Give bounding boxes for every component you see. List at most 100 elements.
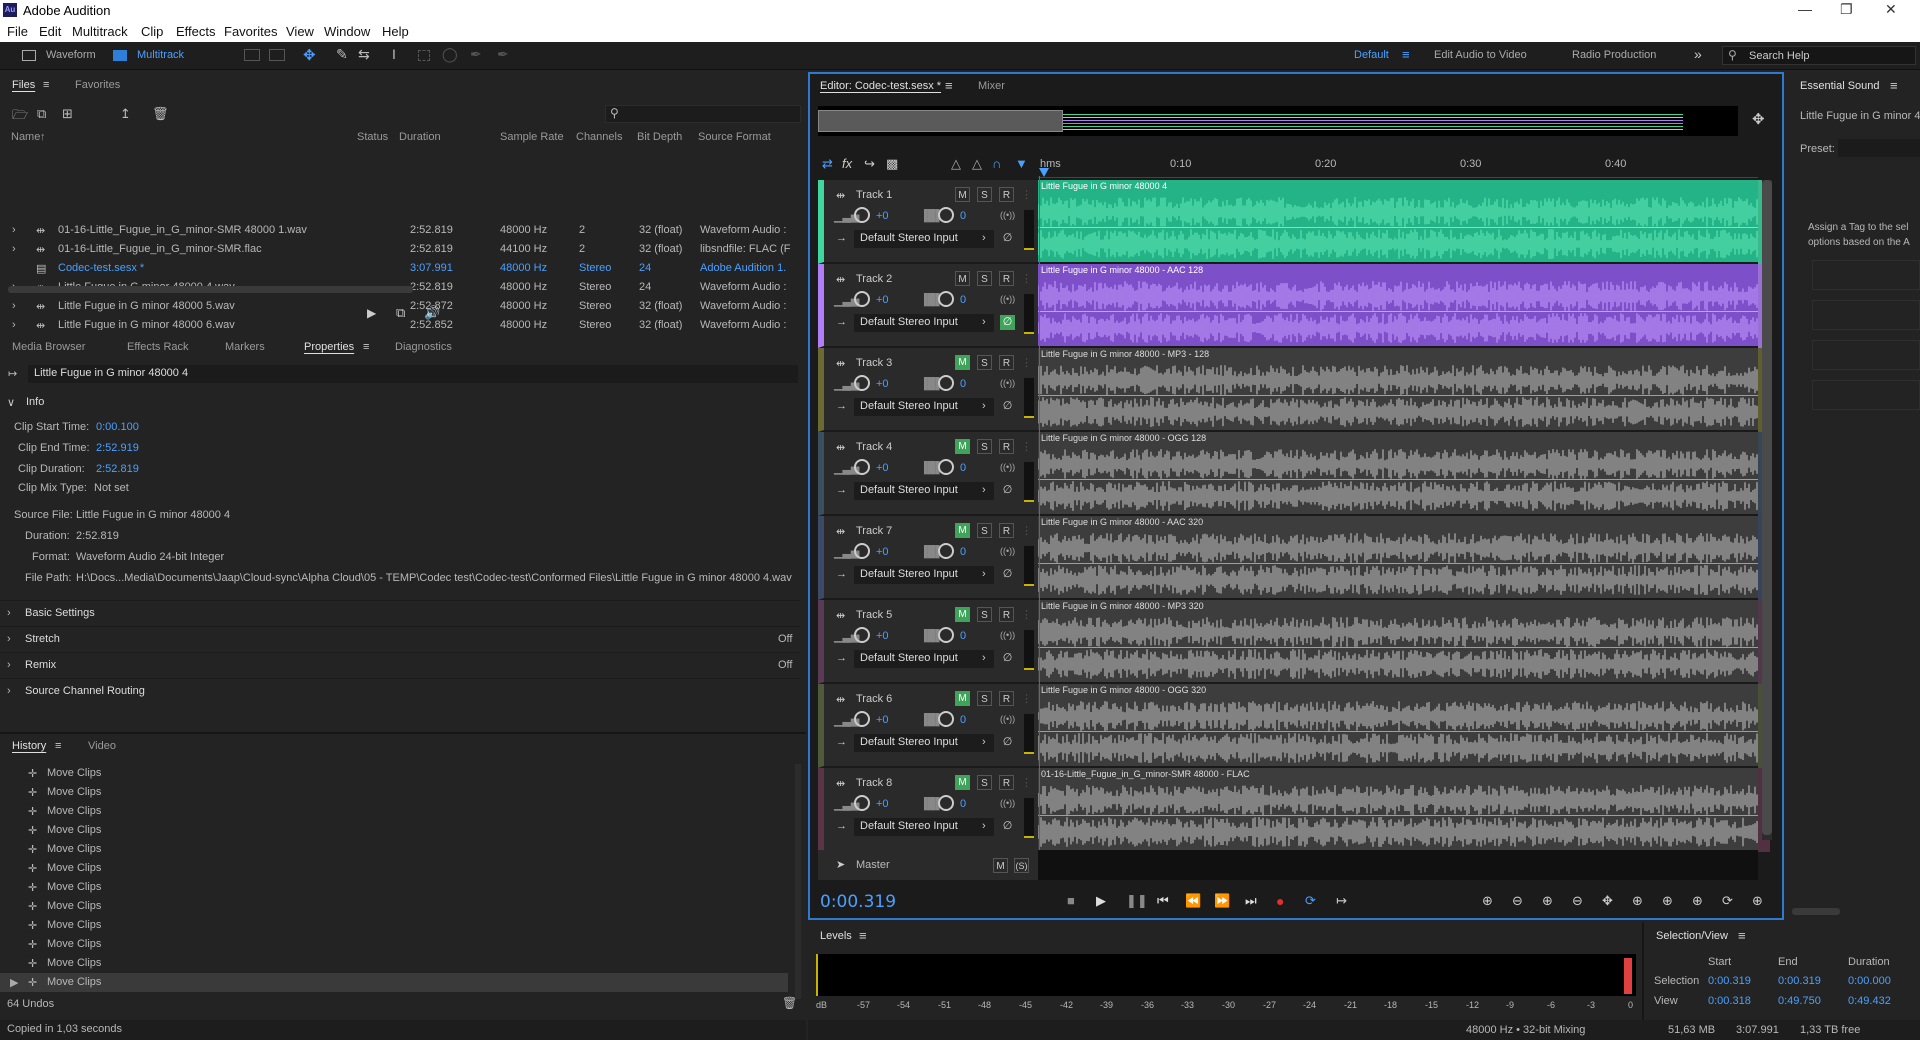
essential-menu-icon[interactable]: ≡ bbox=[1890, 78, 1898, 93]
track-input-dropdown[interactable]: Default Stereo Input › bbox=[854, 482, 994, 500]
menu-edit[interactable]: Edit bbox=[39, 24, 61, 39]
master-solo-button[interactable]: (S) bbox=[1014, 858, 1029, 873]
pan-knob-icon[interactable] bbox=[938, 459, 954, 475]
fast-forward-icon[interactable]: ⏩ bbox=[1214, 893, 1230, 909]
history-item[interactable]: ✛ Move Clips bbox=[0, 954, 788, 973]
history-menu-icon[interactable]: ≡ bbox=[55, 740, 61, 752]
tab-media-browser[interactable]: Media Browser bbox=[12, 341, 85, 353]
track-pan-value[interactable]: 0 bbox=[960, 798, 966, 810]
clip[interactable]: Little Fugue in G minor 48000 - OGG 128 bbox=[1038, 432, 1758, 516]
track-input-dropdown[interactable]: Default Stereo Input › bbox=[854, 650, 994, 668]
monitor-input-icon[interactable]: ((•)) bbox=[1000, 210, 1015, 220]
multitrack-button[interactable]: Multitrack bbox=[137, 49, 184, 61]
track-pan-value[interactable]: 0 bbox=[960, 462, 966, 474]
properties-menu-icon[interactable]: ≡ bbox=[363, 341, 369, 353]
phase-invert-icon[interactable]: ∅ bbox=[1000, 735, 1015, 750]
track-record-arm-button[interactable]: R bbox=[999, 691, 1014, 706]
metronome-icon[interactable]: △ bbox=[951, 156, 961, 172]
track-header[interactable]: ⇹ Track 5 M S R ⋮ ▁▃▅ +0 ▐█▌ 0 ((•)) → Default Stere… bbox=[818, 600, 1038, 684]
section-source-channel-routing[interactable]: › Source Channel Routing bbox=[0, 678, 800, 704]
pan-knob-icon[interactable] bbox=[938, 291, 954, 307]
track-solo-button[interactable]: S bbox=[977, 187, 992, 202]
track-volume-value[interactable]: +0 bbox=[876, 798, 889, 810]
zoom-selection-icon[interactable]: ⊕ bbox=[1692, 893, 1703, 909]
track-header[interactable]: ⇹ Track 4 M S R ⋮ ▁▃▅ +0 ▐█▌ 0 ((•)) → Default Stere… bbox=[818, 432, 1038, 516]
tab-files[interactable]: Files bbox=[12, 79, 35, 91]
menu-file[interactable]: File bbox=[7, 24, 28, 39]
track-mute-button[interactable]: M bbox=[955, 607, 970, 622]
history-item[interactable]: ✛ Move Clips bbox=[0, 764, 788, 783]
volume-knob-icon[interactable] bbox=[854, 375, 870, 391]
vertical-scrollbar[interactable] bbox=[1762, 180, 1772, 840]
menu-view[interactable]: View bbox=[286, 24, 314, 39]
menu-multitrack[interactable]: Multitrack bbox=[72, 24, 128, 39]
track-solo-button[interactable]: S bbox=[977, 523, 992, 538]
col-duration[interactable]: Duration bbox=[399, 131, 441, 143]
auto-play-icon[interactable]: 🔊 bbox=[424, 305, 440, 321]
more-workspaces-icon[interactable]: » bbox=[1694, 46, 1702, 62]
track-header[interactable]: ⇹ Track 2 M S R ⋮ ▁▃▅ +0 ▐█▌ 0 ((•)) → Default Stere… bbox=[818, 264, 1038, 348]
rewind-icon[interactable]: ⏪ bbox=[1185, 893, 1201, 909]
file-row[interactable]: ▤ Codec-test.sesx * 3:07.991 48000 Hz Stereo… bbox=[0, 259, 806, 278]
track-record-arm-button[interactable]: R bbox=[999, 271, 1014, 286]
record-icon[interactable]: ● bbox=[1276, 893, 1284, 909]
sync-icon[interactable]: ⇄ bbox=[822, 156, 833, 172]
info-chevron-icon[interactable]: ∨ bbox=[7, 396, 15, 409]
zoom-in-at-start-icon[interactable]: ⊕ bbox=[1632, 893, 1643, 909]
spectral-pitch-icon[interactable] bbox=[269, 49, 285, 61]
clip-start-value[interactable]: 0:00.100 bbox=[96, 421, 139, 433]
master-mute-button[interactable]: M bbox=[993, 858, 1008, 873]
view-start[interactable]: 0:00.318 bbox=[1708, 995, 1751, 1007]
view-end[interactable]: 0:49.750 bbox=[1778, 995, 1821, 1007]
volume-knob-icon[interactable] bbox=[854, 711, 870, 727]
track-mute-button[interactable]: M bbox=[955, 775, 970, 790]
time-selection-tool-icon[interactable]: I bbox=[392, 46, 396, 62]
trash-icon[interactable]: 🗑 bbox=[152, 106, 169, 122]
menu-clip[interactable]: Clip bbox=[141, 24, 163, 39]
track-header[interactable]: ⇹ Track 3 M S R ⋮ ▁▃▅ +0 ▐█▌ 0 ((•)) → Default Stere… bbox=[818, 348, 1038, 432]
track-input-dropdown[interactable]: Default Stereo Input › bbox=[854, 734, 994, 752]
track-mute-button[interactable]: M bbox=[955, 523, 970, 538]
track-options-icon[interactable]: ⋮ bbox=[1021, 524, 1032, 537]
history-item[interactable]: ✛ Move Clips bbox=[0, 935, 788, 954]
track-options-icon[interactable]: ⋮ bbox=[1021, 356, 1032, 369]
history-item[interactable]: ▶ ✛ Move Clips bbox=[0, 973, 788, 992]
info-heading[interactable]: Info bbox=[26, 396, 44, 408]
track-name[interactable]: Track 6 bbox=[856, 693, 892, 705]
tab-editor[interactable]: Editor: Codec-test.sesx * bbox=[820, 80, 941, 92]
lasso-tool-icon[interactable]: ◯ bbox=[442, 46, 458, 63]
track-solo-button[interactable]: S bbox=[977, 775, 992, 790]
history-item[interactable]: ✛ Move Clips bbox=[0, 897, 788, 916]
vertical-scrollbar-thumb[interactable] bbox=[1762, 180, 1772, 835]
volume-knob-icon[interactable] bbox=[854, 627, 870, 643]
preset-dropdown[interactable] bbox=[1838, 139, 1920, 157]
track-solo-button[interactable]: S bbox=[977, 691, 992, 706]
tag-ambience-button[interactable] bbox=[1812, 380, 1920, 410]
play-icon[interactable]: ▶ bbox=[1096, 893, 1106, 909]
track-name[interactable]: Track 3 bbox=[856, 357, 892, 369]
section-stretch[interactable]: › Stretch Off bbox=[0, 626, 800, 652]
tag-dialogue-button[interactable] bbox=[1812, 260, 1920, 290]
track-input-dropdown[interactable]: Default Stereo Input › bbox=[854, 314, 994, 332]
track-record-arm-button[interactable]: R bbox=[999, 187, 1014, 202]
track-volume-value[interactable]: +0 bbox=[876, 378, 889, 390]
track-pan-value[interactable]: 0 bbox=[960, 378, 966, 390]
zoom-navigator-icon[interactable]: ✥ bbox=[1752, 110, 1765, 128]
track-name[interactable]: Track 2 bbox=[856, 273, 892, 285]
clip[interactable]: 01-16-Little_Fugue_in_G_minor-SMR 48000 … bbox=[1038, 768, 1758, 852]
track-mute-button[interactable]: M bbox=[955, 187, 970, 202]
clip[interactable]: Little Fugue in G minor 48000 - AAC 128 bbox=[1038, 264, 1758, 348]
selection-duration[interactable]: 0:00.000 bbox=[1848, 975, 1891, 987]
history-item[interactable]: ✛ Move Clips bbox=[0, 916, 788, 935]
track-volume-value[interactable]: +0 bbox=[876, 714, 889, 726]
clip-name-value[interactable]: Little Fugue in G minor 48000 4 bbox=[34, 367, 188, 379]
phase-invert-icon[interactable]: ∅ bbox=[1000, 567, 1015, 582]
waveform-view-icon[interactable] bbox=[22, 50, 36, 61]
minimize-icon[interactable]: — bbox=[1798, 1, 1812, 17]
track-record-arm-button[interactable]: R bbox=[999, 355, 1014, 370]
tag-sfx-button[interactable] bbox=[1812, 340, 1920, 370]
pan-knob-icon[interactable] bbox=[938, 627, 954, 643]
waveform-button[interactable]: Waveform bbox=[46, 49, 96, 61]
tag-music-button[interactable] bbox=[1812, 300, 1920, 330]
col-channels[interactable]: Channels bbox=[576, 131, 622, 143]
